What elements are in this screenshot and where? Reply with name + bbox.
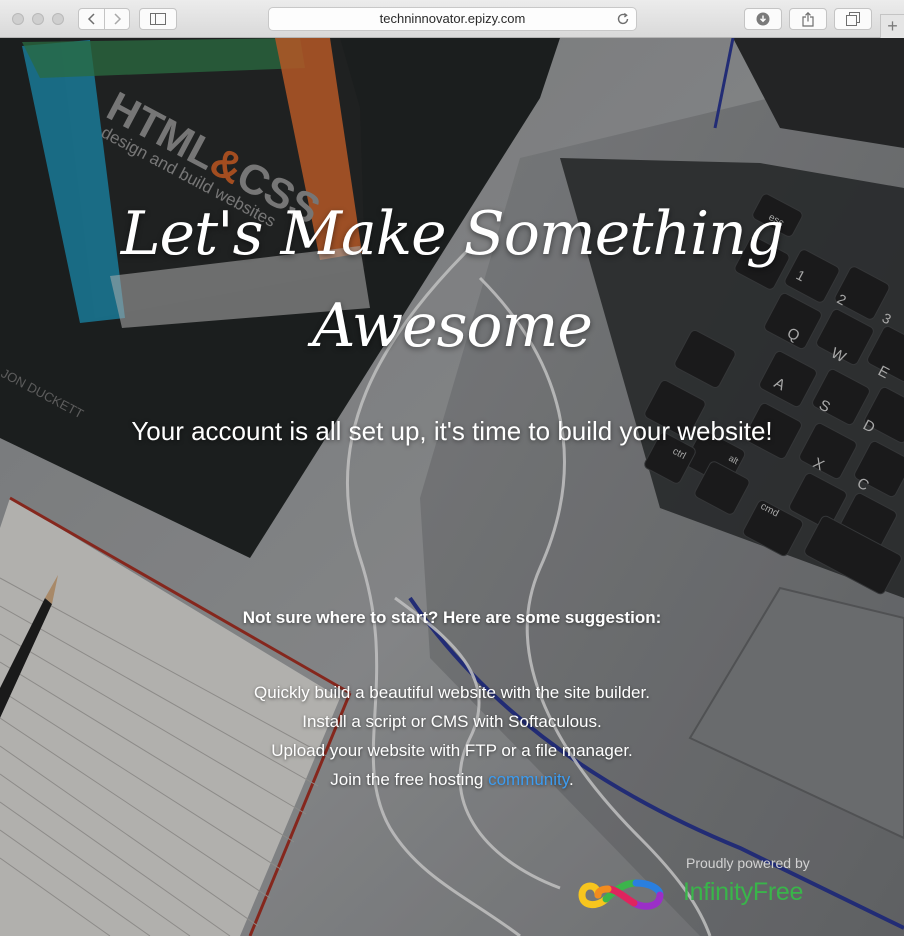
download-icon [756,12,770,26]
hero-title-line2: Awesome [312,291,593,361]
back-button[interactable] [78,8,105,30]
suggestions-list: Quickly build a beautiful website with t… [0,678,904,794]
infinity-logo-icon[interactable] [578,871,664,919]
new-tab-button[interactable]: + [880,14,904,38]
suggestion-site-builder: Quickly build a beautiful website with t… [254,683,650,702]
browser-toolbar: techninnovator.epizy.com + [0,0,904,38]
suggestions-heading: Not sure where to start? Here are some s… [242,608,662,627]
community-prefix: Join the free hosting [330,770,489,789]
tabs-icon [846,12,860,26]
hero-title-line1: Let's Make Something [120,199,785,269]
show-tabs-button[interactable] [834,8,872,30]
page-viewport: esc Q W E A S D X C ctrl alt cmd 1 2 3 H… [0,38,904,936]
window-close-button[interactable] [12,13,24,25]
chevron-right-icon [114,13,122,25]
window-minimize-button[interactable] [32,13,44,25]
hero-title: Let's Make Something Awesome [110,188,794,372]
reload-icon[interactable] [616,12,630,26]
plus-icon: + [887,16,898,36]
brand-wordmark[interactable]: InfinityFree [683,878,803,907]
sidebar-icon [150,13,166,25]
powered-by-text: Proudly powered by [686,855,810,871]
address-bar[interactable]: techninnovator.epizy.com [268,7,637,31]
downloads-button[interactable] [744,8,782,30]
hero-subtitle: Your account is all set up, it's time to… [131,416,773,446]
forward-button[interactable] [104,8,130,30]
address-text: techninnovator.epizy.com [379,11,526,26]
sidebar-button[interactable] [139,8,177,30]
chevron-left-icon [87,13,95,25]
community-suffix: . [569,770,574,789]
community-link[interactable]: community [488,770,569,789]
share-button[interactable] [789,8,827,30]
window-zoom-button[interactable] [52,13,64,25]
share-icon [802,11,814,27]
suggestion-ftp: Upload your website with FTP or a file m… [271,741,633,760]
dark-overlay [0,38,904,936]
suggestion-community: Join the free hosting community. [0,765,904,794]
suggestion-softaculous: Install a script or CMS with Softaculous… [302,712,602,731]
